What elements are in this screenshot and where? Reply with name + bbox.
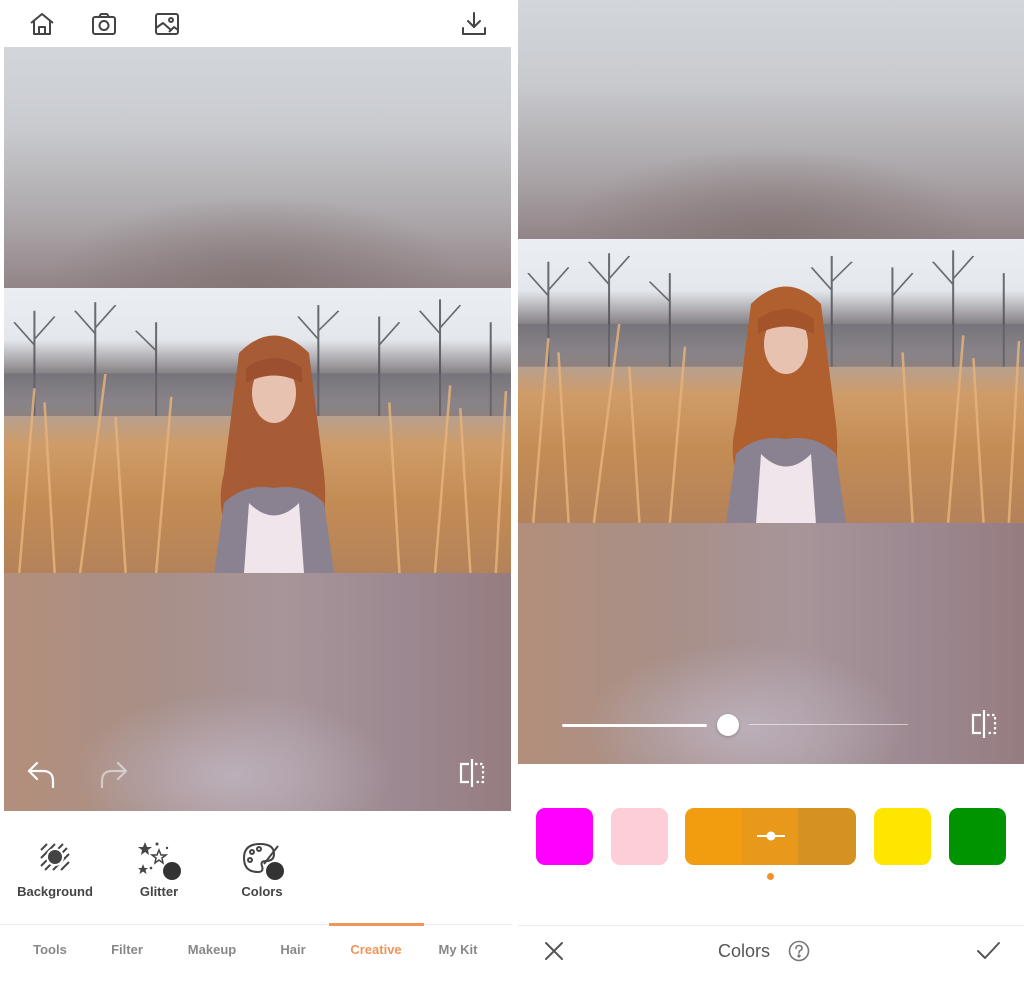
colors-bottom-bar: Colors <box>518 926 1024 976</box>
tab-creative[interactable]: Creative <box>336 925 416 975</box>
blurred-background-top <box>518 0 1024 239</box>
woman-figure <box>214 335 334 573</box>
photo-woman-in-field <box>4 288 511 573</box>
swatch-magenta[interactable] <box>536 808 593 865</box>
downloaded-badge <box>266 862 301 892</box>
check-icon[interactable] <box>974 937 1002 965</box>
home-icon[interactable] <box>28 10 56 38</box>
background-icon <box>31 840 79 880</box>
slider-track-filled <box>562 724 708 727</box>
blurred-background-bottom <box>4 573 511 811</box>
compare-icon[interactable] <box>967 707 1001 741</box>
shade-segment[interactable] <box>798 808 856 865</box>
swatch-yellow[interactable] <box>874 808 931 865</box>
help-icon[interactable] <box>788 940 810 962</box>
tab-my-kit[interactable]: My Kit <box>428 925 488 975</box>
close-icon[interactable] <box>540 937 568 965</box>
shade-segment[interactable] <box>685 808 743 865</box>
tab-filter[interactable]: Filter <box>97 925 157 975</box>
top-toolbar <box>0 0 512 47</box>
gallery-icon[interactable] <box>153 10 181 38</box>
swatch-pink[interactable] <box>611 808 668 865</box>
photo-woman-in-field <box>518 239 1024 523</box>
downloaded-badge <box>163 862 198 892</box>
woman-figure <box>726 286 846 523</box>
intensity-slider[interactable] <box>562 714 908 736</box>
compare-icon[interactable] <box>455 756 489 790</box>
feature-label: Background <box>17 884 93 899</box>
slider-track <box>749 724 908 725</box>
glitter-icon <box>135 840 198 892</box>
feature-glitter[interactable]: Glitter <box>114 840 204 899</box>
tab-tools[interactable]: Tools <box>20 925 80 975</box>
editor-screen-creative: Background Glitter Colors Tools Filter M… <box>0 0 512 982</box>
color-swatches <box>518 808 1024 866</box>
selected-indicator-dot <box>767 873 774 880</box>
swatch-orange-selected[interactable] <box>685 808 856 865</box>
shade-adjust-icon <box>757 831 785 841</box>
feature-colors[interactable]: Colors <box>217 840 307 899</box>
redo-icon[interactable] <box>96 757 130 791</box>
tab-makeup[interactable]: Makeup <box>178 925 246 975</box>
creative-features: Background Glitter Colors <box>0 828 512 918</box>
palette-icon <box>238 840 301 892</box>
blurred-background-top <box>4 47 511 288</box>
tab-hair[interactable]: Hair <box>268 925 318 975</box>
swatch-green[interactable] <box>949 808 1006 865</box>
undo-icon[interactable] <box>25 757 59 791</box>
slider-thumb[interactable] <box>717 714 740 736</box>
camera-icon[interactable] <box>90 10 118 38</box>
download-icon[interactable] <box>460 10 488 38</box>
category-tabbar: Tools Filter Makeup Hair Creative My Kit <box>0 923 512 975</box>
feature-background[interactable]: Background <box>10 840 100 899</box>
colors-editor-screen: Colors <box>518 0 1024 982</box>
panel-title: Colors <box>718 941 771 961</box>
